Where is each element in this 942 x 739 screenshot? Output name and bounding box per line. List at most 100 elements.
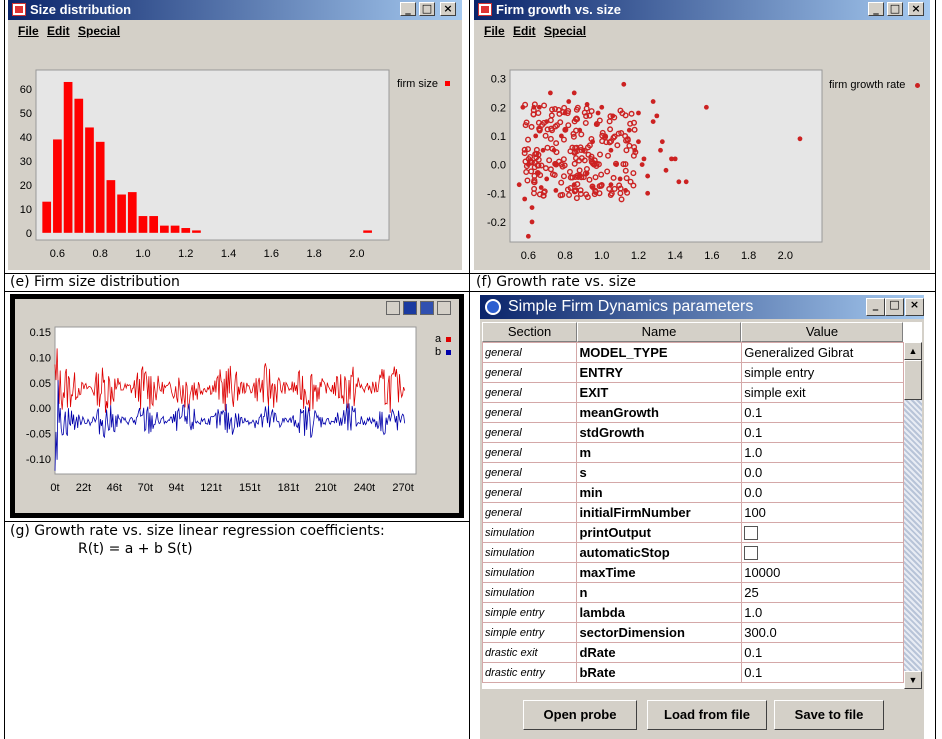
chart-options-icon[interactable] xyxy=(420,301,434,315)
header-section[interactable]: Section xyxy=(482,322,577,342)
table-row[interactable]: simulation maxTime 10000 xyxy=(481,562,904,583)
params-window-title: Simple Firm Dynamics parameters xyxy=(508,298,754,315)
params-titlebar[interactable]: Simple Firm Dynamics parameters _ □ × xyxy=(480,295,924,319)
table-row[interactable]: general MODEL_TYPE Generalized Gibrat xyxy=(481,342,904,363)
y-tick-label: -0.10 xyxy=(26,454,51,466)
table-row[interactable]: simulation n 25 xyxy=(481,582,904,603)
value-cell[interactable]: Generalized Gibrat xyxy=(741,342,904,363)
table-row[interactable]: general s 0.0 xyxy=(481,462,904,483)
scatter-point xyxy=(683,179,689,185)
regression-coefficients-chart: 0.15 0.10 0.05 0.00 -0.05 -0.10 0t 22t 46t 70t 94t… xyxy=(26,326,417,494)
value-cell[interactable]: 0.1 xyxy=(741,402,904,423)
x-tick-label: 240t xyxy=(354,482,375,494)
growth-window-title: Firm growth vs. size xyxy=(496,2,621,17)
value-cell[interactable]: 1.0 xyxy=(741,602,904,623)
table-row[interactable]: general stdGrowth 0.1 xyxy=(481,422,904,443)
value-cell[interactable]: 0.0 xyxy=(741,482,904,503)
parameters-window: Simple Firm Dynamics parameters _ □ × Se… xyxy=(480,295,924,739)
header-value[interactable]: Value xyxy=(741,322,903,342)
table-row[interactable]: simple entry sectorDimension 300.0 xyxy=(481,622,904,643)
table-row[interactable]: general min 0.0 xyxy=(481,482,904,503)
table-row[interactable]: general EXIT simple exit xyxy=(481,382,904,403)
histogram-bar xyxy=(42,201,52,233)
scatter-point xyxy=(658,147,663,153)
minimize-button[interactable]: _ xyxy=(400,2,416,16)
value-cell[interactable]: 1.0 xyxy=(741,442,904,463)
value-cell[interactable]: 0.0 xyxy=(741,462,904,483)
value-cell[interactable]: 0.1 xyxy=(741,662,904,683)
x-tick-label: 121t xyxy=(200,482,221,494)
close-button[interactable]: × xyxy=(440,2,456,16)
y-tick-label: -0.1 xyxy=(487,188,506,200)
scroll-up-button[interactable]: ▲ xyxy=(904,342,922,360)
table-row[interactable]: drastic entry bRate 0.1 xyxy=(481,662,904,683)
y-tick-label: 60 xyxy=(20,84,32,96)
section-cell: general xyxy=(481,402,578,423)
scatter-point xyxy=(533,133,539,139)
scatter-point xyxy=(520,104,526,110)
name-cell: sectorDimension xyxy=(576,622,743,643)
scatter-point xyxy=(593,122,599,127)
scatter-point xyxy=(536,104,542,110)
close-button[interactable]: × xyxy=(905,298,924,316)
value-cell[interactable]: 100 xyxy=(741,502,904,523)
maximize-button[interactable]: □ xyxy=(419,2,435,16)
histogram-bar xyxy=(53,139,62,233)
histogram-bar xyxy=(106,180,116,233)
value-cell[interactable]: 10000 xyxy=(741,562,904,583)
table-row[interactable]: simple entry lambda 1.0 xyxy=(481,602,904,623)
close-button[interactable]: × xyxy=(908,2,924,16)
y-tick-label: -0.2 xyxy=(487,217,506,229)
minimize-button[interactable]: _ xyxy=(868,2,884,16)
print-icon[interactable] xyxy=(386,301,400,315)
y-tick-label: 10 xyxy=(20,204,32,216)
scatter-point xyxy=(632,147,638,153)
menu-special[interactable]: Special xyxy=(78,24,120,38)
table-row[interactable]: general initialFirmNumber 100 xyxy=(481,502,904,523)
scatter-point xyxy=(547,90,553,96)
name-cell: s xyxy=(576,462,743,483)
value-cell[interactable]: 300.0 xyxy=(741,622,904,643)
y-tick-label: 0.10 xyxy=(30,352,51,364)
name-cell: meanGrowth xyxy=(576,402,743,423)
x-tick-label: 2.0 xyxy=(349,248,364,260)
scroll-thumb[interactable] xyxy=(904,360,922,400)
open-probe-button[interactable]: Open probe xyxy=(523,700,637,730)
menu-special[interactable]: Special xyxy=(544,24,586,38)
value-cell[interactable]: 0.1 xyxy=(741,642,904,663)
checkbox-cell[interactable] xyxy=(741,522,904,543)
menu-edit[interactable]: Edit xyxy=(513,24,536,38)
table-row[interactable]: drastic exit dRate 0.1 xyxy=(481,642,904,663)
minimize-button[interactable]: _ xyxy=(866,298,885,316)
maximize-button[interactable]: □ xyxy=(887,2,903,16)
checkbox[interactable] xyxy=(744,546,759,561)
table-row[interactable]: simulation automaticStop xyxy=(481,542,904,563)
menu-edit[interactable]: Edit xyxy=(47,24,70,38)
menu-file[interactable]: File xyxy=(484,24,505,38)
scroll-track[interactable] xyxy=(904,400,922,671)
scroll-down-button[interactable]: ▼ xyxy=(904,671,922,689)
value-cell[interactable]: 0.1 xyxy=(741,422,904,443)
zoom-icon[interactable] xyxy=(437,301,451,315)
vertical-scrollbar[interactable]: ▲ ▼ xyxy=(904,342,922,689)
table-row[interactable]: general ENTRY simple entry xyxy=(481,362,904,383)
checkbox[interactable] xyxy=(744,526,759,541)
growth-window-titlebar[interactable]: Firm growth vs. size _ □ × xyxy=(474,0,930,20)
timeseries-panel: 0.15 0.10 0.05 0.00 -0.05 -0.10 0t 22t 46t 70t 94t… xyxy=(10,294,464,518)
size-window-titlebar[interactable]: Size distribution _ □ × xyxy=(8,0,462,20)
table-row[interactable]: general m 1.0 xyxy=(481,442,904,463)
value-cell[interactable]: 25 xyxy=(741,582,904,603)
header-name[interactable]: Name xyxy=(577,322,741,342)
menu-file[interactable]: File xyxy=(18,24,39,38)
y-tick-label: 20 xyxy=(20,180,32,192)
checkbox-cell[interactable] xyxy=(741,542,904,563)
value-cell[interactable]: simple entry xyxy=(741,362,904,383)
table-row[interactable]: simulation printOutput xyxy=(481,522,904,543)
load-from-file-button[interactable]: Load from file xyxy=(647,700,767,730)
table-row[interactable]: general meanGrowth 0.1 xyxy=(481,402,904,423)
value-cell[interactable]: simple exit xyxy=(741,382,904,403)
save-icon[interactable] xyxy=(403,301,417,315)
section-cell: general xyxy=(481,442,578,463)
maximize-button[interactable]: □ xyxy=(885,298,904,316)
save-to-file-button[interactable]: Save to file xyxy=(774,700,884,730)
